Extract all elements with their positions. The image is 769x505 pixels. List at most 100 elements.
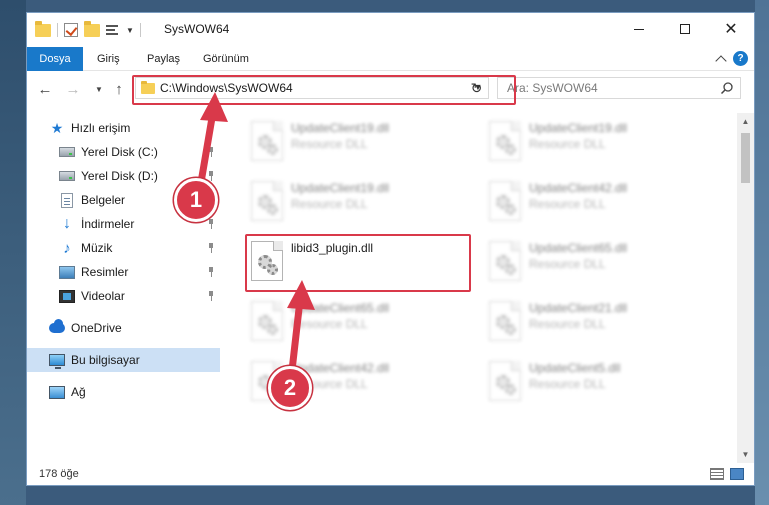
file-name: UpdateClient5.dll [529,361,621,375]
view-toggle [710,468,744,480]
recent-locations-button[interactable]: ▼ [89,79,109,99]
file-item[interactable]: UpdateClient21.dll Resource DLL [485,297,705,351]
sidebar-item-music[interactable]: ♪ Müzik [27,236,220,260]
customize-toolbar-caret-icon[interactable]: ▼ [126,26,134,35]
tab-home[interactable]: Giriş [87,47,130,71]
address-bar-highlight [132,75,516,105]
cloud-icon [49,319,65,336]
file-name: UpdateClient21.dll [529,301,628,315]
dll-file-icon [251,301,283,341]
drive-icon [59,168,75,184]
file-type: Resource DLL [529,257,606,271]
arrow-right-icon: → [65,80,81,98]
search-input[interactable]: Ara: SysWOW64 [497,77,741,99]
sidebar-item-local-disk-c[interactable]: Yerel Disk (C:) [27,140,220,164]
drive-icon [59,144,75,160]
window-title: SysWOW64 [164,22,230,36]
file-item[interactable]: UpdateClient19.dll Resource DLL [247,117,467,171]
dll-file-icon [489,241,521,281]
maximize-icon [680,24,690,34]
desktop-background-right [755,0,769,505]
file-item[interactable]: UpdateClient42.dll Resource DLL [485,177,705,231]
details-view-icon[interactable] [710,468,724,480]
search-icon[interactable] [720,81,734,95]
chevron-down-icon: ▼ [95,84,103,94]
dll-file-icon [489,181,521,221]
file-explorer-window: ▼ SysWOW64 ✕ Dosya Giriş Paylaş Görünüm … [26,12,755,486]
file-item[interactable]: UpdateClient19.dll Resource DLL [485,117,705,171]
sidebar-item-label: Yerel Disk (D:) [81,169,158,183]
maximize-button[interactable] [662,13,708,45]
minimize-button[interactable] [616,13,662,45]
sidebar-item-onedrive[interactable]: OneDrive [27,316,220,340]
sidebar-item-quick-access[interactable]: ★ Hızlı erişim [27,116,220,140]
star-icon: ★ [50,119,64,136]
callout-step-1: 1 [174,178,218,222]
arrow-up-icon: ↑ [115,80,123,98]
title-bar: ▼ SysWOW64 ✕ [27,13,754,47]
file-name: UpdateClient65.dll [529,241,628,255]
network-icon [49,384,65,400]
tab-share[interactable]: Paylaş [137,47,190,71]
search-placeholder: Ara: SysWOW64 [507,81,598,95]
properties-list-icon[interactable] [106,23,120,37]
minimize-icon [634,28,644,30]
help-icon[interactable]: ? [733,51,748,66]
folder-icon[interactable] [35,20,51,37]
chevron-down-icon[interactable] [715,54,727,67]
properties-check-icon[interactable] [64,23,78,37]
sidebar-item-label: Videolar [81,289,125,303]
item-count: 178 öğe [39,468,79,480]
file-item[interactable]: UpdateClient5.dll Resource DLL [485,357,705,411]
scroll-up-icon[interactable]: ▲ [737,113,754,130]
sidebar-item-label: Müzik [81,241,113,255]
file-type: Resource DLL [529,377,606,391]
new-folder-icon[interactable] [84,20,100,37]
back-button[interactable]: ← [35,79,55,99]
sidebar-item-label: Hızlı erişim [71,121,131,135]
forward-button[interactable]: → [63,79,83,99]
navigation-pane: ★ Hızlı erişim Yerel Disk (C:) Yerel Dis… [27,113,220,463]
file-type: Resource DLL [291,137,368,151]
ribbon-tabs: Dosya Giriş Paylaş Görünüm ? [27,47,754,71]
sidebar-item-network[interactable]: Ağ [27,380,220,404]
toolbar-separator [57,23,58,37]
pin-icon [207,267,215,277]
scroll-down-icon[interactable]: ▼ [737,446,754,463]
up-button[interactable]: ↑ [109,79,129,99]
desktop-background-left [0,0,26,505]
ribbon-controls: ? [715,51,748,67]
file-type: Resource DLL [529,317,606,331]
sidebar-item-label: Ağ [71,385,86,399]
file-type: Resource DLL [529,137,606,151]
status-bar: 178 öğe [27,463,754,485]
scrollbar-thumb[interactable] [741,133,750,183]
videos-icon [59,288,75,304]
dll-file-icon [489,121,521,161]
sidebar-item-label: İndirmeler [81,217,135,231]
file-name: UpdateClient19.dll [529,121,628,135]
pin-icon [207,171,215,181]
dll-file-icon [489,361,521,401]
dll-file-icon [251,121,283,161]
computer-icon [49,352,65,369]
large-icons-view-icon[interactable] [730,468,744,480]
pin-icon [207,243,215,253]
sidebar-item-videos[interactable]: Videolar [27,284,220,308]
document-icon [59,192,75,208]
tab-view[interactable]: Görünüm [193,47,259,71]
dll-file-icon [251,181,283,221]
file-highlight [245,234,471,292]
file-item[interactable]: UpdateClient65.dll Resource DLL [485,237,705,291]
sidebar-item-pictures[interactable]: Resimler [27,260,220,284]
sidebar-item-label: Bu bilgisayar [71,353,140,367]
tab-file[interactable]: Dosya [27,47,83,71]
file-item[interactable]: UpdateClient65.dll Resource DLL [247,297,467,351]
sidebar-item-this-pc[interactable]: Bu bilgisayar [27,348,220,372]
vertical-scrollbar[interactable]: ▲ ▼ [737,113,754,463]
toolbar-separator [139,23,141,37]
file-item[interactable]: UpdateClient19.dll Resource DLL [247,177,467,231]
close-button[interactable]: ✕ [708,13,754,45]
file-type: Resource DLL [529,197,606,211]
pin-icon [207,291,215,301]
